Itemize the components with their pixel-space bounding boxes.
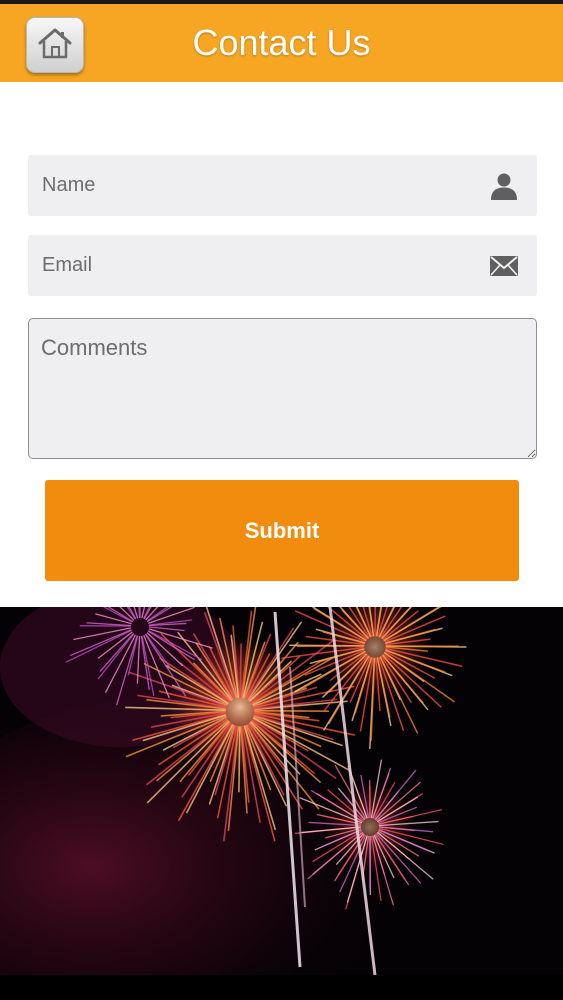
home-icon bbox=[37, 26, 73, 65]
name-field-container bbox=[28, 155, 537, 216]
person-icon bbox=[489, 171, 519, 201]
app-header bbox=[0, 4, 563, 82]
envelope-icon bbox=[489, 251, 519, 281]
contact-form: Submit bbox=[0, 82, 563, 607]
email-field-container bbox=[28, 235, 537, 296]
fireworks-background-image bbox=[0, 607, 563, 975]
submit-button[interactable]: Submit bbox=[45, 480, 519, 581]
home-button[interactable] bbox=[26, 17, 84, 73]
bottom-bar bbox=[0, 975, 563, 1000]
email-input[interactable] bbox=[28, 235, 537, 296]
comments-textarea[interactable] bbox=[28, 318, 537, 459]
name-input[interactable] bbox=[28, 155, 537, 216]
